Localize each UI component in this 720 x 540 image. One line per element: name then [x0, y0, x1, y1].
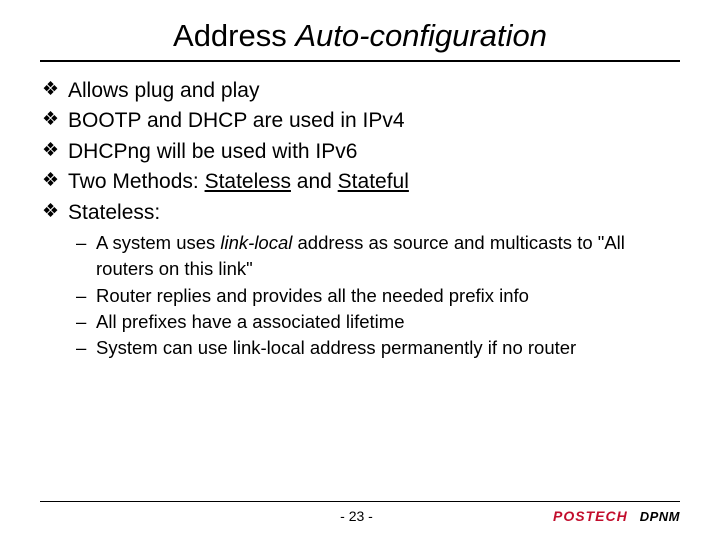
sub-bullet-item: A system uses link-local address as sour…: [76, 230, 680, 283]
bullet-text: Stateless:: [68, 201, 160, 224]
sub-bullet-item: System can use link-local address perman…: [76, 335, 680, 361]
bullet-item: DHCPng will be used with IPv6: [42, 137, 680, 167]
sub-bullet-text: All prefixes have a associated lifetime: [96, 311, 404, 332]
bullet-item: Two Methods: Stateless and Stateful: [42, 167, 680, 197]
bullet-text: Two Methods:: [68, 170, 205, 193]
bullet-item: Stateless:: [42, 198, 680, 228]
bullet-text: and: [291, 170, 338, 193]
dpnm-logo: DPNM: [640, 509, 680, 524]
slide-title: Address Auto-configuration: [40, 18, 680, 54]
bullet-text: DHCPng will be used with IPv6: [68, 140, 357, 163]
footer: - 23 - POSTECH DPNM: [40, 501, 680, 524]
sub-bullet-text: A system uses: [96, 232, 220, 253]
sub-bullet-text: Router replies and provides all the need…: [96, 285, 529, 306]
postech-logo: POSTECH: [553, 508, 628, 524]
slide: Address Auto-configuration Allows plug a…: [0, 0, 720, 540]
bullet-item: Allows plug and play: [42, 76, 680, 106]
footer-divider: [40, 501, 680, 502]
sub-bullet-item: All prefixes have a associated lifetime: [76, 309, 680, 335]
logo-group: POSTECH DPNM: [553, 508, 680, 524]
underline-text: Stateless: [205, 170, 291, 193]
sub-bullet-text: System can use link-local address perman…: [96, 337, 576, 358]
page-number: - 23 -: [40, 508, 553, 524]
title-divider: [40, 60, 680, 62]
footer-row: - 23 - POSTECH DPNM: [40, 508, 680, 524]
bullet-item: BOOTP and DHCP are used in IPv4: [42, 106, 680, 136]
title-text-italic: Auto-configuration: [295, 18, 547, 53]
bullet-text: Allows plug and play: [68, 79, 259, 102]
main-bullet-list: Allows plug and play BOOTP and DHCP are …: [40, 76, 680, 228]
sub-bullet-list: A system uses link-local address as sour…: [40, 230, 680, 361]
sub-bullet-item: Router replies and provides all the need…: [76, 283, 680, 309]
italic-text: link-local: [220, 232, 292, 253]
underline-text: Stateful: [338, 170, 409, 193]
bullet-text: BOOTP and DHCP are used in IPv4: [68, 109, 405, 132]
title-text-plain: Address: [173, 18, 295, 53]
